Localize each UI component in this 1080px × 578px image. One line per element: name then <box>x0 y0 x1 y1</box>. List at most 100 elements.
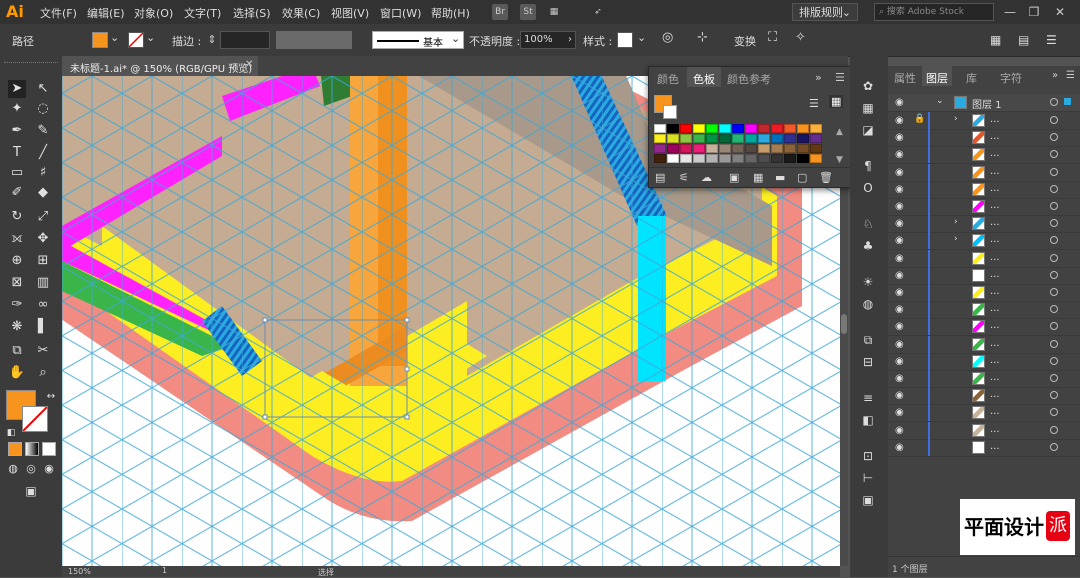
swatch[interactable] <box>758 154 770 163</box>
column-graph-icon[interactable]: ▌ <box>34 318 52 336</box>
type-tool-icon[interactable]: T <box>8 144 26 162</box>
swatch[interactable] <box>784 154 796 163</box>
stock-icon[interactable]: St <box>520 4 536 20</box>
sublayer-row[interactable]: ◉... <box>888 198 1080 216</box>
sublayer-row[interactable]: ◉... <box>888 335 1080 354</box>
visibility-eye-icon[interactable]: ◉ <box>895 407 904 418</box>
swatch[interactable] <box>784 124 796 133</box>
chevron-right-icon[interactable]: › <box>954 217 958 227</box>
gradient-icon[interactable]: ◪ <box>860 122 876 138</box>
panel-menu-icon[interactable]: ☰ <box>835 71 845 84</box>
magic-wand-icon[interactable]: ✦ <box>8 100 26 118</box>
target-circle-icon[interactable] <box>1050 391 1058 400</box>
swatch[interactable] <box>810 154 822 163</box>
transform-panel-icon[interactable]: ⊡ <box>860 448 876 464</box>
sublayer-row[interactable]: ◉... <box>888 404 1080 423</box>
screen-mode-icon[interactable]: ▣ <box>22 482 40 500</box>
sublayer-row[interactable]: ◉ 🔒 ›... <box>888 112 1080 130</box>
swatch[interactable] <box>745 134 757 143</box>
visibility-eye-icon[interactable]: ◉ <box>895 149 904 160</box>
recolor-icon[interactable]: ◎ <box>662 30 673 45</box>
rotate-tool-icon[interactable]: ↻ <box>8 208 26 226</box>
menu-window[interactable]: 窗口(W) <box>380 5 421 21</box>
draw-normal-icon[interactable]: ◍ <box>4 460 22 478</box>
stroke-panel-icon[interactable]: ≡ <box>860 390 876 406</box>
swatch[interactable] <box>680 124 692 133</box>
tab-properties[interactable]: 属性 <box>894 70 916 86</box>
align-panel-icon[interactable]: ⊟ <box>860 354 876 370</box>
menu-effect[interactable]: 效果(C) <box>282 5 320 21</box>
swatch[interactable] <box>810 134 822 143</box>
target-circle-icon[interactable] <box>1050 374 1058 382</box>
puppet-warp-icon[interactable]: ✧ <box>795 30 806 45</box>
swatch[interactable] <box>667 124 679 133</box>
visibility-eye-icon[interactable]: ◉ <box>895 235 904 246</box>
target-circle-icon[interactable] <box>1050 167 1058 176</box>
chevron-down-icon[interactable]: ⌄ <box>110 31 119 44</box>
swatch[interactable] <box>693 134 705 143</box>
swatch[interactable] <box>719 134 731 143</box>
workspace-switcher[interactable]: 排版规则 ⌄ <box>792 3 858 21</box>
isolate-icon[interactable]: ⛶ <box>768 30 777 45</box>
swatch[interactable] <box>654 124 666 133</box>
opentype-icon[interactable]: O <box>860 180 876 196</box>
sublayer-row[interactable]: ◉... <box>888 180 1080 199</box>
stroke-weight-input[interactable] <box>220 31 270 49</box>
color-group-icon[interactable]: ▦ <box>753 171 763 184</box>
close-tab-icon[interactable]: ✕ <box>245 59 253 70</box>
sublayer-name[interactable]: ... <box>990 320 1000 331</box>
target-circle-icon[interactable] <box>1050 116 1058 124</box>
target-circle-icon[interactable] <box>1050 339 1058 348</box>
swatch[interactable] <box>693 154 705 163</box>
swatch[interactable] <box>797 144 809 153</box>
sublayer-row[interactable]: ◉ ›... <box>888 232 1080 251</box>
cloud-icon[interactable]: ☁ <box>701 171 712 184</box>
scrollbar-thumb[interactable] <box>841 314 847 334</box>
swatch[interactable] <box>719 144 731 153</box>
line-tool-icon[interactable]: ╱ <box>34 144 52 162</box>
visibility-eye-icon[interactable]: ◉ <box>895 132 904 143</box>
sublayer-name[interactable]: ... <box>990 338 1000 349</box>
visibility-eye-icon[interactable]: ◉ <box>895 339 904 350</box>
gpu-rocket-icon[interactable]: ➶ <box>590 4 606 20</box>
pathfinder-icon[interactable]: ⧉ <box>860 332 876 348</box>
show-kinds-icon[interactable]: ⚟ <box>679 171 689 184</box>
swatch[interactable] <box>654 144 666 153</box>
layer-row-main[interactable]: ◉ ⌄ 图层 1 <box>888 94 1080 112</box>
fill-swatch[interactable] <box>92 32 108 48</box>
swatch[interactable] <box>771 144 783 153</box>
appearance-icon[interactable]: ☀ <box>860 274 876 290</box>
chevron-right-icon[interactable]: › <box>954 114 958 124</box>
sublayer-name[interactable]: ... <box>990 234 1000 245</box>
visibility-eye-icon[interactable]: ◉ <box>895 201 904 212</box>
swatch[interactable] <box>706 144 718 153</box>
swap-colors-icon[interactable]: ↔ <box>42 388 60 406</box>
color-mode-icon[interactable] <box>8 442 22 456</box>
graphic-style-swatch[interactable] <box>617 32 633 48</box>
sublayer-name[interactable]: ... <box>990 303 1000 314</box>
swatch[interactable] <box>732 154 744 163</box>
sublayer-name[interactable]: ... <box>990 389 1000 400</box>
sublayer-row[interactable]: ◉... <box>888 318 1080 337</box>
swatch[interactable] <box>797 154 809 163</box>
align-icon[interactable]: ⊹ <box>697 30 708 45</box>
shape-builder-icon[interactable]: ⊕ <box>8 252 26 270</box>
swatch[interactable] <box>771 134 783 143</box>
sublayer-row[interactable]: ◉... <box>888 266 1080 285</box>
transparency-icon[interactable]: ◍ <box>860 296 876 312</box>
hand-tool-icon[interactable]: ✋ <box>8 364 26 382</box>
target-circle-icon[interactable] <box>1050 150 1058 159</box>
tab-color[interactable]: 颜色 <box>657 71 679 87</box>
swatch[interactable] <box>654 154 666 163</box>
swatch[interactable] <box>810 144 822 153</box>
swatch[interactable] <box>797 134 809 143</box>
sublayer-row[interactable]: ◉... <box>888 438 1080 457</box>
target-circle-icon[interactable] <box>1050 202 1058 210</box>
swatch[interactable] <box>745 154 757 163</box>
swatch[interactable] <box>732 144 744 153</box>
visibility-eye-icon[interactable]: ◉ <box>895 356 904 367</box>
panel-menu-icon[interactable]: ☰ <box>1046 33 1057 47</box>
list-view-icon[interactable]: ☰ <box>809 97 819 110</box>
tab-swatches[interactable]: 色板 <box>687 67 721 87</box>
swatch[interactable] <box>784 134 796 143</box>
